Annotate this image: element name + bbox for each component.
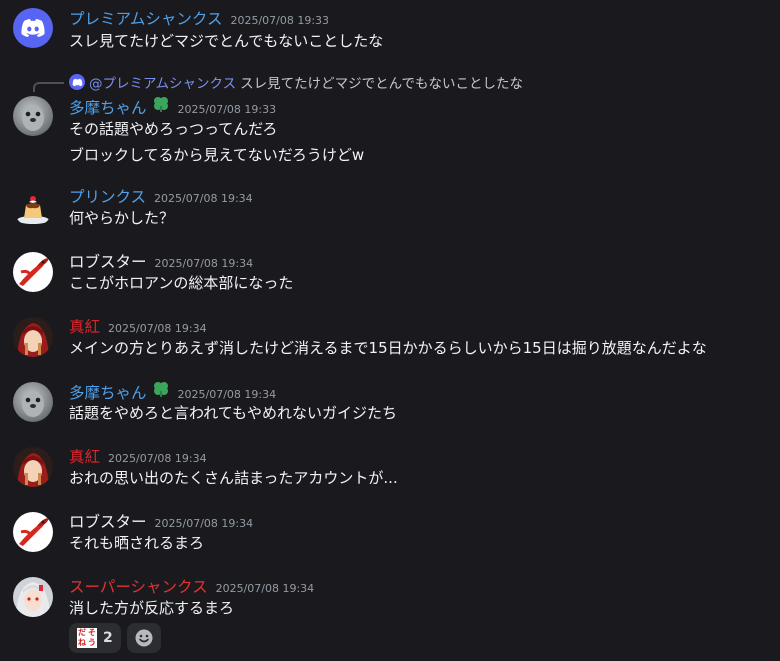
avatar[interactable] (13, 252, 53, 292)
message-text: それも晒されるまろ (69, 534, 205, 552)
message-text: おれの思い出のたくさん詰まったアカウントが... (69, 469, 398, 487)
reply-mention[interactable]: @プレミアムシャンクス (89, 72, 236, 92)
message-text: 消した方が反応するまろ (69, 599, 235, 617)
timestamp: 2025/07/08 19:33 (230, 14, 330, 27)
timestamp: 2025/07/08 19:33 (177, 103, 277, 116)
discord-logo-avatar[interactable] (13, 8, 53, 48)
username[interactable]: 真紅 (69, 445, 100, 467)
reaction-button[interactable]: だそ ねう 2 (69, 623, 121, 653)
add-reaction-button[interactable] (126, 623, 161, 653)
avatar[interactable] (13, 447, 53, 487)
avatar[interactable] (13, 512, 53, 552)
username[interactable]: プレミアムシャンクス (69, 7, 222, 29)
anime-avatar-icon (17, 323, 49, 357)
message-text: 何やらかした？ (69, 209, 175, 227)
avatar[interactable] (13, 382, 53, 422)
custom-emoji: だそ ねう (77, 628, 97, 648)
timestamp: 2025/07/08 19:34 (177, 388, 277, 401)
reaction-count: 2 (103, 630, 113, 646)
anime-avatar-icon (16, 582, 50, 617)
timestamp: 2025/07/08 19:34 (154, 257, 254, 270)
reply-spine (33, 82, 64, 92)
message-text: メインの方とりあえず消したけど消えるまで15日かかるらしいから15日は掘り放題な… (69, 339, 707, 357)
timestamp: 2025/07/08 19:34 (108, 452, 207, 465)
lobster-icon (19, 258, 49, 286)
message-text: 話題をやめろと言われてもやめれないガイジたち (69, 404, 398, 422)
username[interactable]: スーパーシャンクス (69, 575, 208, 597)
message-text: その話題やめろっつってんだろ (69, 120, 278, 138)
seal-icon (22, 105, 44, 131)
username[interactable]: ロブスター (69, 510, 147, 532)
timestamp: 2025/07/08 19:34 (215, 582, 315, 595)
message-text: ここがホロアンの総本部になった (69, 274, 294, 292)
discord-mini-icon (69, 74, 85, 90)
username[interactable]: 多摩ちゃん (69, 96, 147, 118)
pudding-icon (17, 196, 49, 224)
timestamp: 2025/07/08 19:34 (108, 322, 207, 335)
avatar[interactable] (13, 317, 53, 357)
seal-icon (22, 391, 44, 417)
discord-logo-icon (21, 19, 45, 37)
username[interactable]: 真紅 (69, 315, 100, 337)
clover-icon (153, 382, 168, 397)
username[interactable]: ロブスター (69, 250, 147, 272)
anime-avatar-icon (17, 453, 49, 487)
avatar[interactable] (13, 187, 53, 227)
message-text: スレ見てたけどマジでとんでもないことしたな (69, 32, 384, 50)
username[interactable]: プリンクス (69, 185, 146, 207)
timestamp: 2025/07/08 19:34 (154, 192, 253, 205)
reactions-bar: だそ ねう 2 (69, 623, 161, 653)
username[interactable]: 多摩ちゃん (69, 381, 147, 403)
message-text: ブロックしてるから見えてないだろうけどw (69, 146, 365, 164)
timestamp: 2025/07/08 19:34 (154, 517, 254, 530)
lobster-icon (19, 518, 49, 546)
reply-text: スレ見てたけどマジでとんでもないことしたな (240, 76, 523, 92)
smile-icon (135, 629, 153, 647)
clover-icon (153, 97, 168, 112)
avatar[interactable] (13, 96, 53, 136)
reply-preview[interactable]: @プレミアムシャンクス スレ見てたけどマジでとんでもないことしたな (69, 72, 523, 92)
avatar[interactable] (13, 577, 53, 617)
